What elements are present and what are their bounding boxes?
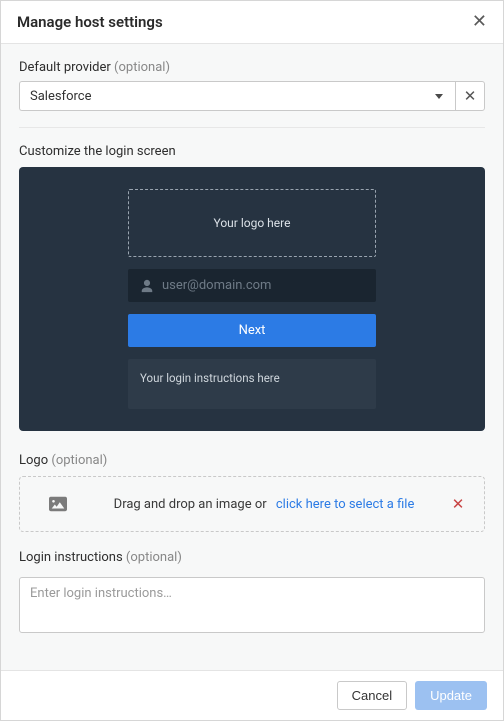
- customize-label: Customize the login screen: [19, 144, 485, 159]
- instructions-textarea[interactable]: [19, 577, 485, 633]
- instructions-optional: (optional): [126, 550, 182, 565]
- logo-placeholder-box: Your logo here: [128, 189, 376, 257]
- email-placeholder: user@domain.com: [162, 278, 271, 293]
- provider-optional: (optional): [114, 60, 170, 75]
- instructions-label: Login instructions (optional): [19, 550, 485, 565]
- close-icon[interactable]: ✕: [472, 13, 487, 31]
- logo-label: Logo (optional): [19, 453, 485, 468]
- logo-placeholder-text: Your logo here: [214, 216, 291, 230]
- login-preview-panel: Your logo here user@domain.com Next Your…: [19, 167, 485, 431]
- update-button[interactable]: Update: [415, 681, 487, 710]
- provider-label: Default provider (optional): [19, 60, 485, 75]
- logo-section: Logo (optional) Drag and drop an image o…: [19, 453, 485, 532]
- modal-header: Manage host settings ✕: [1, 1, 503, 44]
- provider-clear-button[interactable]: ✕: [455, 81, 485, 111]
- instructions-preview: Your login instructions here: [128, 359, 376, 409]
- instructions-label-text: Login instructions: [19, 550, 123, 565]
- user-icon: [140, 279, 154, 293]
- preview-next-button: Next: [128, 314, 376, 347]
- provider-select-row: Salesforce ✕: [19, 81, 485, 111]
- email-preview-field: user@domain.com: [128, 269, 376, 302]
- cancel-button[interactable]: Cancel: [337, 681, 407, 710]
- provider-label-text: Default provider: [19, 60, 111, 75]
- image-icon: [34, 496, 82, 512]
- instructions-section: Login instructions (optional): [19, 550, 485, 637]
- dropzone-text: Drag and drop an image or click here to …: [94, 497, 434, 512]
- drop-text: Drag and drop an image or: [114, 497, 267, 512]
- select-file-link[interactable]: click here to select a file: [276, 497, 414, 512]
- login-preview-inner: Your logo here user@domain.com Next Your…: [128, 189, 376, 409]
- provider-value: Salesforce: [30, 89, 91, 104]
- modal-title: Manage host settings: [17, 13, 163, 31]
- logo-dropzone[interactable]: Drag and drop an image or click here to …: [19, 476, 485, 532]
- modal-body: Default provider (optional) Salesforce ✕…: [1, 44, 503, 670]
- manage-host-modal: Manage host settings ✕ Default provider …: [0, 0, 504, 721]
- clear-file-icon[interactable]: ✕: [446, 495, 470, 513]
- logo-label-text: Logo: [19, 453, 48, 468]
- divider: [19, 127, 485, 128]
- modal-footer: Cancel Update: [1, 670, 503, 720]
- chevron-down-icon: [435, 94, 443, 99]
- logo-optional: (optional): [51, 453, 107, 468]
- provider-select[interactable]: Salesforce: [19, 81, 455, 111]
